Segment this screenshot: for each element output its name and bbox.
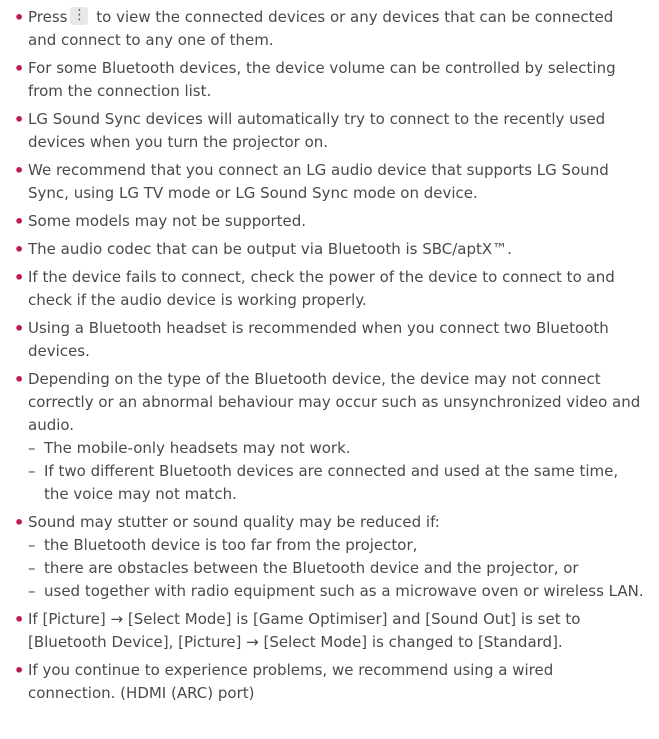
list-item: LG Sound Sync devices will automatically…: [14, 108, 645, 154]
item-text: Press: [28, 8, 68, 26]
sub-item: If two different Bluetooth devices are c…: [28, 460, 645, 506]
item-text: We recommend that you connect an LG audi…: [28, 161, 609, 202]
item-text: to view the connected devices or any dev…: [28, 8, 614, 49]
sub-item: The mobile-only headsets may not work.: [28, 437, 645, 460]
item-text: If the device fails to connect, check th…: [28, 268, 615, 309]
item-text: LG Sound Sync devices will automatically…: [28, 110, 606, 151]
list-item: We recommend that you connect an LG audi…: [14, 159, 645, 205]
list-item: Depending on the type of the Bluetooth d…: [14, 368, 645, 506]
item-text: Using a Bluetooth headset is recommended…: [28, 319, 609, 360]
item-text: Some models may not be supported.: [28, 212, 307, 230]
sub-list: The mobile-only headsets may not work. I…: [28, 437, 645, 506]
item-text: The audio codec that can be output via B…: [28, 240, 512, 258]
list-item: If [Picture] → [Select Mode] is [Game Op…: [14, 608, 645, 654]
sub-item: the Bluetooth device is too far from the…: [28, 534, 645, 557]
item-text: Sound may stutter or sound quality may b…: [28, 513, 440, 531]
list-item: Press to view the connected devices or a…: [14, 4, 645, 52]
sub-item: used together with radio equipment such …: [28, 580, 645, 603]
list-item: Sound may stutter or sound quality may b…: [14, 511, 645, 603]
item-text: If you continue to experience problems, …: [28, 661, 554, 702]
document-body: Press to view the connected devices or a…: [0, 0, 659, 705]
item-text: For some Bluetooth devices, the device v…: [28, 59, 616, 100]
sub-list: the Bluetooth device is too far from the…: [28, 534, 645, 603]
list-item: If the device fails to connect, check th…: [14, 266, 645, 312]
list-item: If you continue to experience problems, …: [14, 659, 645, 705]
item-text: Depending on the type of the Bluetooth d…: [28, 370, 641, 434]
list-item: For some Bluetooth devices, the device v…: [14, 57, 645, 103]
list-item: Some models may not be supported.: [14, 210, 645, 233]
item-text: If [Picture] → [Select Mode] is [Game Op…: [28, 610, 581, 651]
more-vertical-icon: [70, 4, 89, 27]
sub-item: there are obstacles between the Bluetoot…: [28, 557, 645, 580]
list-item: Using a Bluetooth headset is recommended…: [14, 317, 645, 363]
list-item: The audio codec that can be output via B…: [14, 238, 645, 261]
